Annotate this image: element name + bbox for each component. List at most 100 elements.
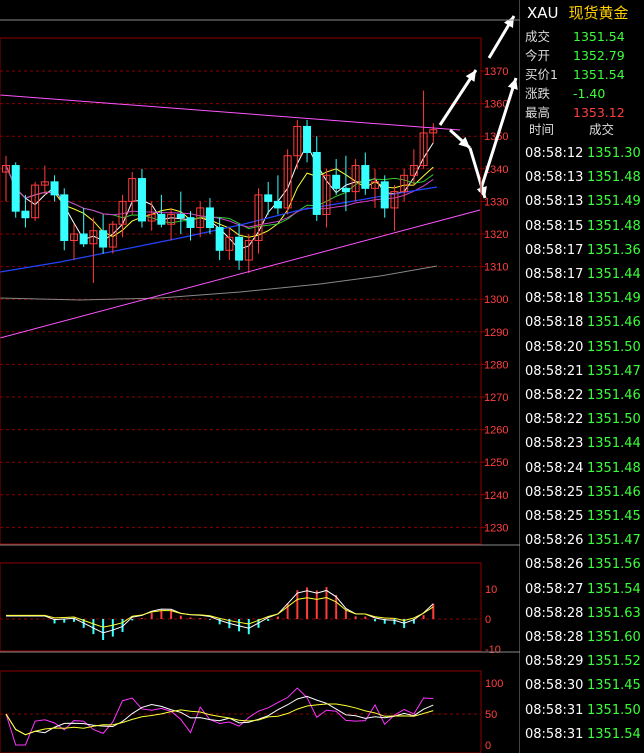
candle-body (21, 210, 30, 219)
tick-row[interactable]: 08:58:12 1351.30 (525, 146, 641, 161)
candle-body (99, 230, 108, 248)
candle-body (60, 194, 69, 242)
quote-value: 1353.12 (573, 105, 625, 120)
tick-row[interactable]: 08:58:22 1351.50 (525, 412, 641, 427)
tick-row[interactable]: 08:58:26 1351.47 (525, 533, 641, 548)
rsi-tick-label: 50 (485, 709, 497, 721)
tick-price: 1351.48 (587, 460, 641, 476)
tick-time: 08:58:25 (525, 484, 584, 500)
candle-body (50, 181, 59, 196)
quote-value: 1351.54 (573, 67, 625, 82)
tick-row[interactable]: 08:58:31 1351.54 (525, 727, 641, 742)
symbol-title: XAU 现货黄金 (527, 2, 629, 23)
tick-price: 1351.47 (587, 363, 641, 379)
tick-price: 1351.49 (587, 194, 641, 210)
candle-body (332, 174, 341, 189)
tick-row[interactable]: 08:58:13 1351.49 (525, 194, 641, 209)
tick-row[interactable]: 08:58:29 1351.52 (525, 654, 641, 669)
tick-row[interactable]: 08:58:21 1351.47 (525, 364, 641, 379)
tick-row[interactable]: 08:58:17 1351.36 (525, 243, 641, 258)
price-tick-label: 1270 (484, 392, 508, 404)
arrow-head (507, 78, 518, 90)
tick-row[interactable]: 08:58:25 1351.45 (525, 509, 641, 524)
tick-price: 1351.50 (587, 339, 641, 355)
candle-body (273, 200, 282, 209)
candle-body (176, 213, 185, 219)
tick-time: 08:58:17 (525, 267, 584, 282)
price-frame (0, 37, 482, 545)
tick-row[interactable]: 08:58:31 1351.50 (525, 703, 641, 718)
quote-label: 涨跌 (525, 86, 551, 101)
tick-time: 08:58:18 (525, 291, 584, 307)
price-tick-label: 1250 (484, 457, 508, 469)
candle-body (11, 165, 20, 212)
tick-row[interactable]: 08:58:30 1351.45 (525, 678, 641, 693)
tick-time: 08:58:29 (525, 654, 584, 670)
rsi-line-slow (5, 703, 434, 736)
tick-row[interactable]: 08:58:18 1351.46 (525, 315, 641, 330)
tick-time: 08:58:23 (525, 436, 584, 452)
tick-price: 1351.49 (587, 291, 641, 307)
quote-row: 今开 1352.79 (525, 45, 625, 64)
tick-row[interactable]: 08:58:15 1351.48 (525, 219, 641, 234)
tick-price: 1351.50 (587, 412, 641, 428)
price-tick-label: 1370 (484, 66, 508, 78)
tick-row[interactable]: 08:58:23 1351.44 (525, 436, 641, 451)
tick-time: 08:58:13 (525, 194, 584, 210)
tick-row[interactable]: 08:58:13 1351.48 (525, 170, 641, 185)
tick-time: 08:58:30 (525, 678, 584, 694)
tick-price: 1351.48 (587, 170, 641, 186)
tick-price: 1351.63 (587, 605, 641, 621)
tick-time: 08:58:22 (525, 412, 584, 428)
tick-row[interactable]: 08:58:28 1351.63 (525, 606, 641, 621)
rsi-line-mid (5, 695, 434, 736)
tick-row[interactable]: 08:58:25 1351.46 (525, 485, 641, 500)
candle-body (186, 217, 195, 228)
price-tick-label: 1300 (484, 294, 508, 306)
tick-time: 08:58:12 (525, 146, 584, 161)
macd-frame (0, 562, 482, 652)
tick-price: 1351.54 (587, 726, 641, 742)
tick-row[interactable]: 08:58:27 1351.54 (525, 582, 641, 597)
quote-row: 买价1 1351.54 (525, 64, 625, 83)
tick-price: 1351.44 (587, 267, 641, 282)
price-tick-label: 1320 (484, 229, 508, 241)
tick-time: 08:58:28 (525, 630, 584, 645)
tick-row[interactable]: 08:58:18 1351.49 (525, 291, 641, 306)
price-tick-label: 1280 (484, 359, 508, 371)
candle-body (157, 213, 166, 225)
tick-row[interactable]: 08:58:24 1351.48 (525, 461, 641, 476)
tick-row[interactable]: 08:58:17 1351.44 (525, 267, 641, 282)
tick-price: 1351.47 (587, 533, 641, 549)
symbol-name: 现货黄金 (568, 4, 629, 22)
candle-body (215, 226, 224, 251)
ticks-header-price: 成交 (589, 122, 615, 137)
tick-time: 08:58:20 (525, 339, 584, 355)
ma-line-longest (0, 265, 438, 301)
tick-row[interactable]: 08:58:22 1351.46 (525, 388, 641, 403)
quote-row: 涨跌 -1.40 (525, 83, 605, 102)
tick-time: 08:58:15 (525, 218, 584, 234)
tick-price: 1351.46 (587, 315, 641, 331)
tick-row[interactable]: 08:58:26 1351.56 (525, 557, 641, 572)
quote-value: 1352.79 (573, 48, 625, 63)
tick-price: 1351.45 (587, 678, 641, 694)
tick-row[interactable]: 08:58:28 1351.60 (525, 630, 641, 645)
candle-body (264, 194, 273, 202)
rsi-tick-label: 100 (485, 678, 503, 690)
price-grid (0, 70, 486, 528)
price-chart[interactable]: 1370136013501340133013201310130012901280… (0, 0, 520, 753)
quote-panel: XAU 现货黄金 成交 1351.54 今开 1352.79 买价1 1351.54 涨跌 -1… (521, 0, 644, 753)
candle-body (341, 187, 350, 193)
tick-row[interactable]: 08:58:20 1351.50 (525, 340, 641, 355)
tick-price: 1351.56 (587, 557, 641, 573)
tick-time: 08:58:22 (525, 388, 584, 403)
price-tick-label: 1240 (484, 490, 508, 502)
tick-time: 08:58:26 (525, 557, 584, 573)
symbol-code: XAU (527, 4, 559, 22)
rsi-tick-label: 0 (485, 740, 491, 752)
macd-dif-line (6, 589, 434, 634)
tick-price: 1351.52 (587, 654, 641, 670)
candle-body (303, 125, 312, 153)
tick-time: 08:58:31 (525, 726, 584, 742)
